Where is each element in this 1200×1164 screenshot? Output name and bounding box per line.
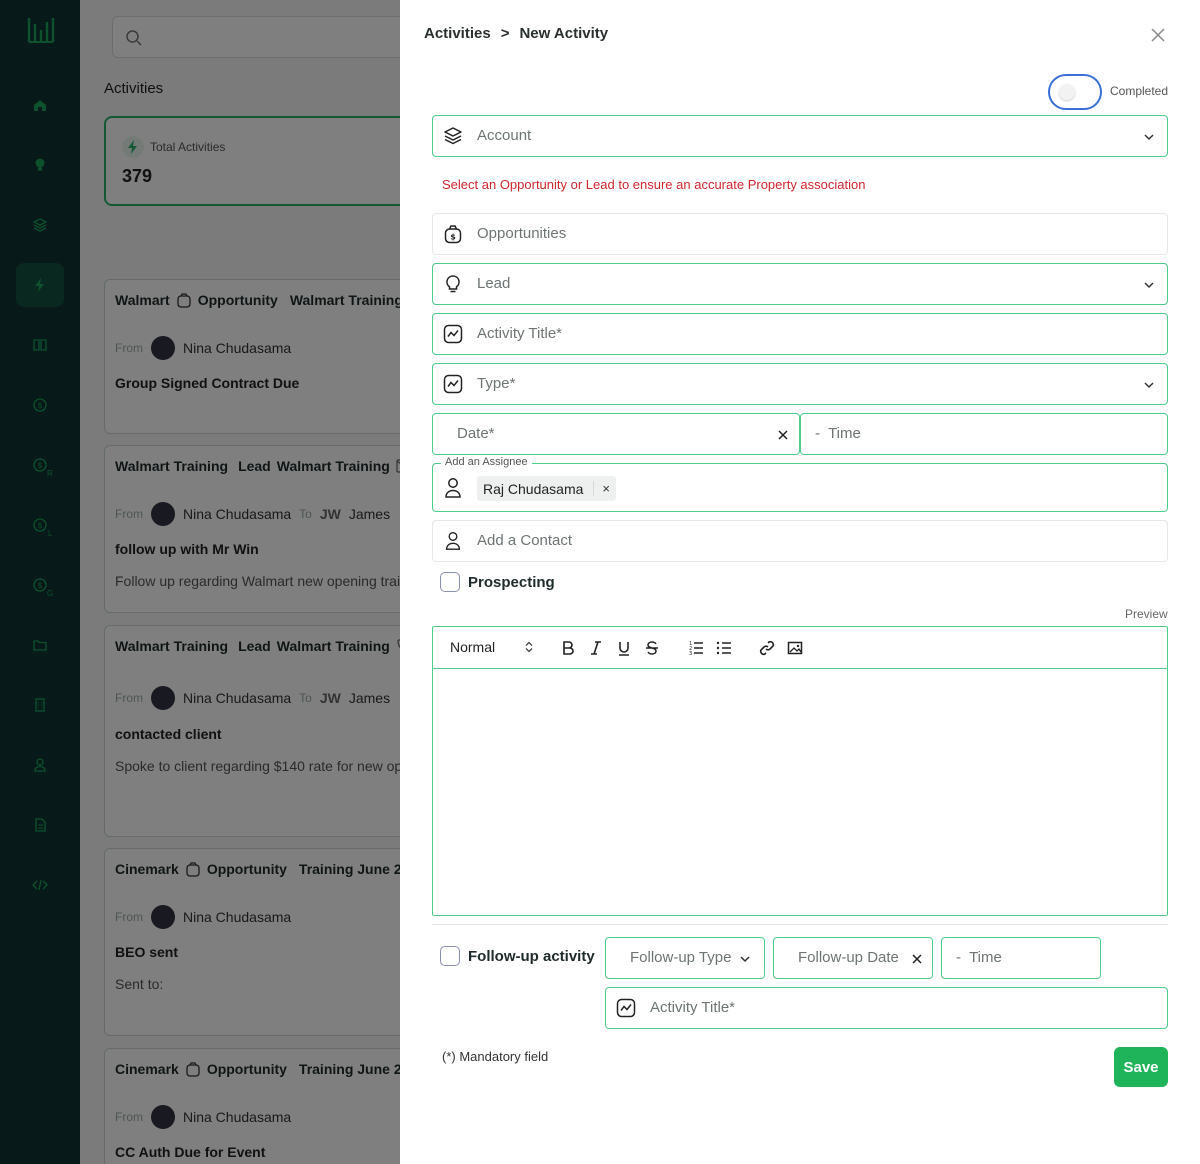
money-bag-icon: $ — [444, 225, 462, 244]
followup-date-placeholder: Follow-up Date — [798, 949, 899, 966]
close-icon[interactable] — [1149, 26, 1167, 44]
prospecting-label: Prospecting — [468, 574, 555, 591]
chevron-down-icon — [1144, 134, 1154, 141]
account-placeholder: Account — [477, 127, 532, 144]
chip-remove-icon[interactable]: × — [593, 481, 610, 496]
date-field[interactable]: Date* — [432, 413, 800, 455]
followup-time-placeholder: - Time — [956, 949, 1002, 966]
italic-icon — [591, 641, 601, 655]
breadcrumb-current: New Activity — [519, 25, 609, 42]
activity-chart-icon — [443, 324, 463, 344]
svg-text:3: 3 — [689, 651, 692, 656]
type-placeholder: Type* — [477, 375, 516, 392]
time-placeholder: - Time — [815, 425, 861, 442]
link-button[interactable] — [758, 639, 776, 657]
breadcrumb-separator: > — [500, 25, 510, 42]
type-select[interactable]: Type* — [432, 363, 1168, 405]
activity-chart-icon — [616, 998, 636, 1018]
contact-placeholder: Add a Contact — [477, 532, 573, 549]
format-select[interactable]: Normal — [450, 639, 495, 655]
user-icon — [445, 478, 461, 498]
underline-icon — [619, 642, 629, 656]
chevron-down-icon — [740, 956, 750, 963]
followup-title-input[interactable]: Activity Title* — [605, 987, 1168, 1029]
bullet-list-icon — [716, 641, 731, 655]
assignee-field[interactable]: Add an Assignee Raj Chudasama × — [432, 456, 1168, 512]
time-field[interactable]: - Time — [800, 413, 1168, 455]
opportunities-field[interactable]: $ Opportunities — [432, 213, 1168, 255]
breadcrumb-parent[interactable]: Activities — [424, 25, 491, 42]
layers-icon — [444, 127, 462, 145]
bold-button[interactable] — [559, 639, 577, 657]
divider — [432, 924, 1168, 925]
assignee-chip-label: Raj Chudasama — [483, 480, 584, 497]
bold-icon — [563, 641, 574, 655]
activity-title-placeholder: Activity Title* — [477, 325, 563, 342]
save-button[interactable]: Save — [1114, 1047, 1168, 1087]
clear-icon[interactable] — [911, 953, 923, 965]
completed-toggle-label: Completed — [1110, 84, 1169, 98]
time-dash: - — [956, 949, 961, 966]
followup-date-field[interactable]: Follow-up Date — [773, 937, 933, 979]
chevron-down-icon — [1144, 382, 1154, 389]
preview-link[interactable]: Preview — [1125, 607, 1168, 621]
followup-time-text: Time — [969, 949, 1002, 966]
contact-field[interactable]: Add a Contact — [432, 520, 1168, 562]
svg-text:$: $ — [450, 233, 456, 242]
prospecting-checkbox[interactable] — [440, 572, 460, 592]
breadcrumb: Activities > New Activity — [424, 25, 608, 42]
editor-toolbar: Normal 123 — [433, 627, 1167, 669]
assignee-legend: Add an Assignee — [441, 456, 532, 468]
followup-title-placeholder: Activity Title* — [650, 999, 736, 1016]
ordered-list-icon: 123 — [689, 641, 703, 656]
new-activity-drawer: Activities > New Activity Completed Acco… — [400, 0, 1200, 1164]
lead-placeholder: Lead — [477, 275, 511, 292]
strikethrough-button[interactable] — [643, 639, 661, 657]
completed-toggle[interactable] — [1048, 74, 1102, 110]
notes-editor[interactable]: Normal 123 — [432, 626, 1168, 916]
followup-time-field[interactable]: - Time — [941, 937, 1101, 979]
lead-select[interactable]: Lead — [432, 263, 1168, 305]
activity-title-input[interactable]: Activity Title* — [432, 313, 1168, 355]
ordered-list-button[interactable]: 123 — [687, 639, 705, 657]
account-select[interactable]: Account — [432, 115, 1168, 157]
italic-button[interactable] — [587, 639, 605, 657]
followup-label: Follow-up activity — [468, 948, 595, 965]
time-dash: - — [815, 425, 820, 442]
updown-icon[interactable] — [525, 641, 533, 653]
image-button[interactable] — [786, 639, 804, 657]
image-icon — [787, 641, 803, 655]
mandatory-note: (*) Mandatory field — [442, 1049, 549, 1064]
date-placeholder: Date* — [457, 425, 495, 442]
chevron-down-icon — [1144, 282, 1154, 289]
activity-chart-icon — [443, 374, 463, 394]
lightbulb-icon — [446, 275, 460, 293]
opportunities-placeholder: Opportunities — [477, 225, 567, 242]
link-icon — [759, 640, 775, 656]
toggle-knob — [1059, 84, 1075, 100]
modal-backdrop[interactable] — [0, 0, 400, 1164]
bullet-list-button[interactable] — [715, 639, 733, 657]
strikethrough-icon — [646, 641, 658, 655]
clear-icon[interactable] — [777, 429, 789, 441]
followup-checkbox[interactable] — [440, 946, 460, 966]
underline-button[interactable] — [615, 639, 633, 657]
assignee-chip: Raj Chudasama × — [477, 476, 616, 501]
followup-type-placeholder: Follow-up Type — [630, 949, 732, 966]
time-text: Time — [828, 425, 861, 442]
association-warning: Select an Opportunity or Lead to ensure … — [442, 177, 866, 192]
user-icon — [445, 531, 461, 550]
followup-type-select[interactable]: Follow-up Type — [605, 937, 765, 979]
